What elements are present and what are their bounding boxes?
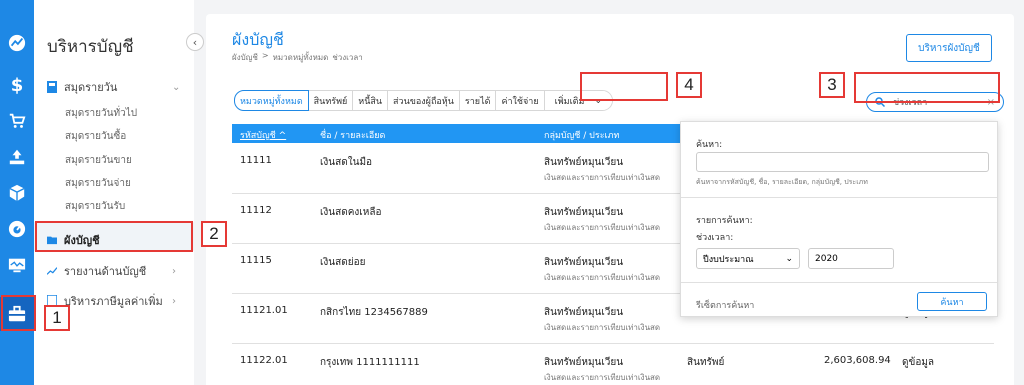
- chevron-right-icon: ›: [172, 295, 176, 307]
- annotation-label-3: 3: [819, 72, 845, 98]
- cell-group: สินทรัพย์หมุนเวียน: [544, 307, 624, 318]
- cell-name: กรุงเทพ 1111111111: [320, 357, 420, 368]
- chevron-right-icon: ›: [172, 265, 176, 277]
- cell-code: 11111: [240, 155, 272, 166]
- table-row[interactable]: 11122.01 กรุงเทพ 1111111111 สินทรัพย์หมุ…: [232, 344, 994, 385]
- sidebar-title: บริหารบัญชี: [47, 37, 134, 57]
- reset-search-link[interactable]: รีเซ็ตการค้นหา: [696, 298, 754, 312]
- list-label: รายการค้นหา:: [696, 216, 753, 226]
- annotation-label-1: 1: [44, 305, 70, 331]
- year-input[interactable]: 2020: [808, 248, 894, 269]
- sidebar-item-reports[interactable]: รายงานด้านบัญชี ›: [47, 262, 176, 280]
- cell-name: เงินสดในมือ: [320, 157, 373, 168]
- sidebar-sub-item[interactable]: สมุดรายวันขาย: [65, 153, 132, 168]
- cell-group-sub: เงินสดและรายการเทียบเท่าเงินสด: [544, 323, 661, 332]
- page-title: ผังบัญชี: [232, 30, 284, 49]
- divider: [681, 282, 997, 283]
- cell-code: 11122.01: [240, 355, 288, 366]
- annotation-box-3: [854, 72, 1000, 103]
- cell-group-sub: เงินสดและรายการเทียบเท่าเงินสด: [544, 223, 661, 232]
- tab-all[interactable]: หมวดหมู่ทั้งหมด: [234, 90, 309, 111]
- breadcrumb-item: ช่วงเวลา: [332, 53, 363, 62]
- manage-chart-button[interactable]: บริหารผังบัญชี: [906, 34, 992, 62]
- cell-name: กสิกรไทย 1234567889: [320, 307, 428, 318]
- breadcrumb-item[interactable]: ผังบัญชี: [232, 51, 258, 64]
- search-popover: ค้นหา: ค้นหาจากรหัสบัญชี, ชื่อ, รายละเอี…: [680, 121, 998, 317]
- search-field[interactable]: [696, 152, 989, 172]
- main-area: ผังบัญชี ผังบัญชี > หมวดหมู่ทั้งหมด ช่วง…: [196, 0, 1024, 385]
- chevron-down-icon: ⌄: [785, 253, 793, 264]
- sidebar-sub-item[interactable]: สมุดรายวันทั่วไป: [65, 106, 137, 121]
- breadcrumb-item: หมวดหมู่ทั้งหมด: [272, 53, 329, 62]
- cell-group-sub: เงินสดและรายการเทียบเท่าเงินสด: [544, 373, 661, 382]
- annotation-box-2: [35, 221, 193, 252]
- chevron-down-icon: ⌄: [172, 81, 181, 93]
- cell-group: สินทรัพย์หมุนเวียน: [544, 207, 624, 218]
- cell-type: สินทรัพย์: [687, 357, 725, 368]
- column-header-group[interactable]: กลุ่มบัญชี / ประเภท: [544, 128, 619, 142]
- tab-income[interactable]: รายได้: [459, 91, 497, 110]
- annotation-box-4: [580, 72, 668, 101]
- breadcrumb: ผังบัญชี > หมวดหมู่ทั้งหมด ช่วงเวลา: [232, 51, 363, 64]
- sidebar-sub-item[interactable]: สมุดรายวันซื้อ: [65, 129, 126, 144]
- cell-name: เงินสดย่อย: [320, 257, 366, 268]
- gauge-icon[interactable]: [6, 218, 28, 240]
- cell-name: เงินสดคงเหลือ: [320, 207, 382, 218]
- period-select[interactable]: ปีงบประมาณ ⌄: [696, 248, 800, 269]
- cart-icon[interactable]: [6, 110, 28, 132]
- sidebar-item-label: สมุดรายวัน: [64, 81, 118, 94]
- sidebar-item-label: รายงานด้านบัญชี: [64, 265, 147, 278]
- cell-code: 11115: [240, 255, 272, 266]
- monitor-icon[interactable]: [6, 254, 28, 276]
- dollar-icon[interactable]: $: [6, 74, 28, 96]
- dashboard-icon[interactable]: [6, 32, 28, 54]
- search-button[interactable]: ค้นหา: [917, 292, 987, 311]
- period-select-value: ปีงบประมาณ: [703, 254, 754, 265]
- view-link[interactable]: ดูข้อมูล: [902, 355, 934, 370]
- cell-code: 11121.01: [240, 305, 288, 316]
- annotation-label-2: 2: [201, 221, 227, 247]
- box-icon[interactable]: [6, 182, 28, 204]
- cell-group-sub: เงินสดและรายการเทียบเท่าเงินสด: [544, 173, 661, 182]
- breadcrumb-separator: >: [261, 51, 269, 60]
- cell-group: สินทรัพย์หมุนเวียน: [544, 257, 624, 268]
- tab-expenses[interactable]: ค่าใช้จ่าย: [496, 91, 545, 110]
- category-tabs: หมวดหมู่ทั้งหมด สินทรัพย์ หนี้สิน ส่วนขอ…: [234, 90, 613, 111]
- cell-group: สินทรัพย์หมุนเวียน: [544, 157, 624, 168]
- content-card: ผังบัญชี ผังบัญชี > หมวดหมู่ทั้งหมด ช่วง…: [206, 14, 1014, 385]
- chart-icon: [47, 267, 57, 275]
- search-hint: ค้นหาจากรหัสบัญชี, ชื่อ, รายละเอียด, กลุ…: [696, 178, 868, 186]
- book-icon: [47, 81, 57, 93]
- tab-liabilities[interactable]: หนี้สิน: [353, 91, 389, 110]
- column-header-code[interactable]: รหัสบัญชี ^: [240, 128, 286, 142]
- collapse-sidebar-button[interactable]: ‹: [186, 33, 204, 51]
- table-header: รหัสบัญชี ^ ชื่อ / รายละเอียด กลุ่มบัญชี…: [232, 124, 680, 143]
- annotation-label-4: 4: [676, 72, 702, 98]
- sidebar-item-label: บริหารภาษีมูลค่าเพิ่ม: [64, 295, 163, 308]
- sidebar-item-journal[interactable]: สมุดรายวัน ⌄: [47, 78, 180, 96]
- tab-assets[interactable]: สินทรัพย์: [308, 91, 354, 110]
- sidebar-sub-item[interactable]: สมุดรายวันจ่าย: [65, 176, 131, 191]
- cell-group: สินทรัพย์หมุนเวียน: [544, 357, 624, 368]
- divider: [681, 197, 997, 198]
- tab-equity[interactable]: ส่วนของผู้ถือหุ้น: [388, 91, 460, 110]
- column-header-name[interactable]: ชื่อ / รายละเอียด: [320, 128, 385, 142]
- upload-icon[interactable]: [6, 146, 28, 168]
- cell-group-sub: เงินสดและรายการเทียบเท่าเงินสด: [544, 273, 661, 282]
- sidebar-sub-item[interactable]: สมุดรายวันรับ: [65, 199, 125, 214]
- cell-balance: 2,603,608.94: [824, 355, 891, 366]
- period-label: ช่วงเวลา:: [696, 233, 734, 243]
- search-label: ค้นหา:: [696, 140, 723, 150]
- annotation-box-1: [1, 295, 36, 331]
- cell-code: 11112: [240, 205, 272, 216]
